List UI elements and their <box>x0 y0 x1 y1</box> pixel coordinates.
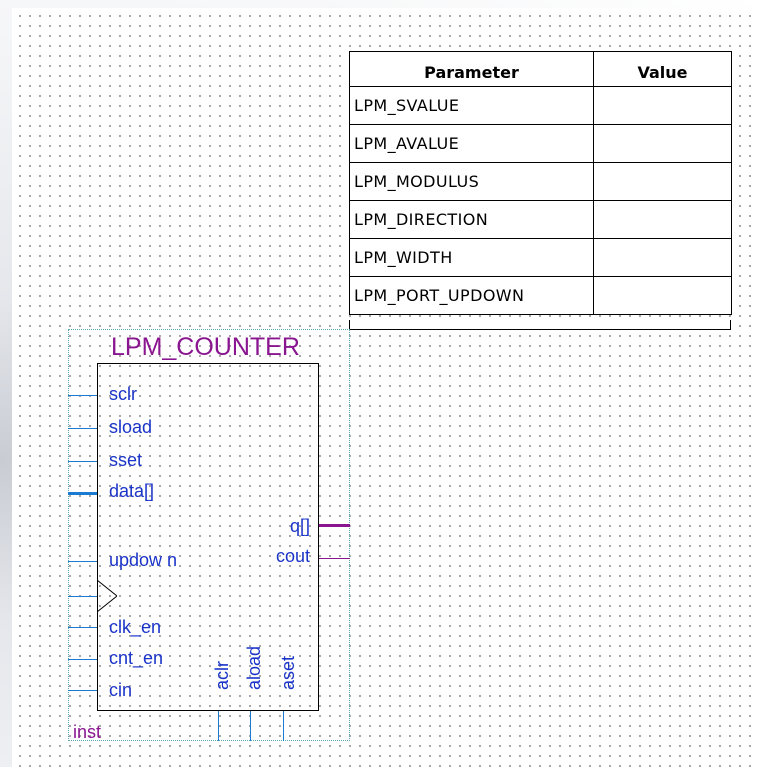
aload-wire[interactable] <box>250 711 251 741</box>
table-row[interactable]: LPM_SVALUE <box>349 86 732 125</box>
data-pin-label: data[] <box>109 481 155 501</box>
parameter-column-header: Parameter <box>349 51 594 87</box>
data-bus-wire[interactable] <box>68 492 97 495</box>
updown-pin-label: updow n <box>109 550 178 570</box>
cin-wire[interactable] <box>68 690 97 691</box>
cout-pin-label: cout <box>275 546 310 566</box>
parameter-value[interactable] <box>593 162 732 201</box>
aload-pin-label: aload <box>244 645 264 690</box>
parameter-name: LPM_PORT_UPDOWN <box>349 276 594 315</box>
sload-pin-label: sload <box>109 417 153 437</box>
parameter-value[interactable] <box>593 276 732 315</box>
parameter-table: Parameter Value LPM_SVALUE LPM_AVALUE LP… <box>349 51 732 315</box>
aset-pin-label: aset <box>278 655 298 690</box>
clock-wire[interactable] <box>68 596 97 597</box>
parameter-name: LPM_AVALUE <box>349 124 594 163</box>
table-row[interactable]: LPM_MODULUS <box>349 162 732 201</box>
clk-en-wire[interactable] <box>68 627 97 628</box>
sclr-wire[interactable] <box>68 395 97 396</box>
sclr-pin-label: sclr <box>109 384 137 404</box>
value-column-header: Value <box>593 51 732 87</box>
clock-edge-icon <box>97 580 117 612</box>
parameter-name: LPM_WIDTH <box>349 238 594 277</box>
table-row[interactable]: LPM_WIDTH <box>349 238 732 277</box>
q-pin-label: q[] <box>289 516 310 536</box>
q-bus-wire[interactable] <box>319 524 350 527</box>
parameter-table-header: Parameter Value <box>349 51 732 87</box>
parameter-value[interactable] <box>593 200 732 239</box>
sset-pin-label: sset <box>109 450 143 470</box>
parameter-name: LPM_MODULUS <box>349 162 594 201</box>
table-row[interactable]: LPM_DIRECTION <box>349 200 732 239</box>
sload-wire[interactable] <box>68 428 97 429</box>
cin-pin-label: cin <box>109 680 133 700</box>
cnt-en-wire[interactable] <box>68 659 97 660</box>
parameter-value[interactable] <box>593 86 732 125</box>
table-row[interactable]: LPM_AVALUE <box>349 124 732 163</box>
table-row[interactable]: LPM_PORT_UPDOWN <box>349 276 732 315</box>
parameter-value[interactable] <box>593 124 732 163</box>
parameter-name: LPM_SVALUE <box>349 86 594 125</box>
cout-wire[interactable] <box>319 558 350 559</box>
instance-name-label: inst <box>73 722 102 742</box>
cnt-en-pin-label: cnt_en <box>109 648 164 668</box>
aset-wire[interactable] <box>283 711 284 741</box>
aclr-wire[interactable] <box>218 711 219 741</box>
parameter-value[interactable] <box>593 238 732 277</box>
updown-wire[interactable] <box>68 561 97 562</box>
clk-en-pin-label: clk_en <box>109 617 162 637</box>
aclr-pin-label: aclr <box>212 660 232 690</box>
symbol-title: LPM_COUNTER <box>111 333 300 361</box>
sset-wire[interactable] <box>68 461 97 462</box>
parameter-table-footer <box>349 320 731 330</box>
parameter-name: LPM_DIRECTION <box>349 200 594 239</box>
